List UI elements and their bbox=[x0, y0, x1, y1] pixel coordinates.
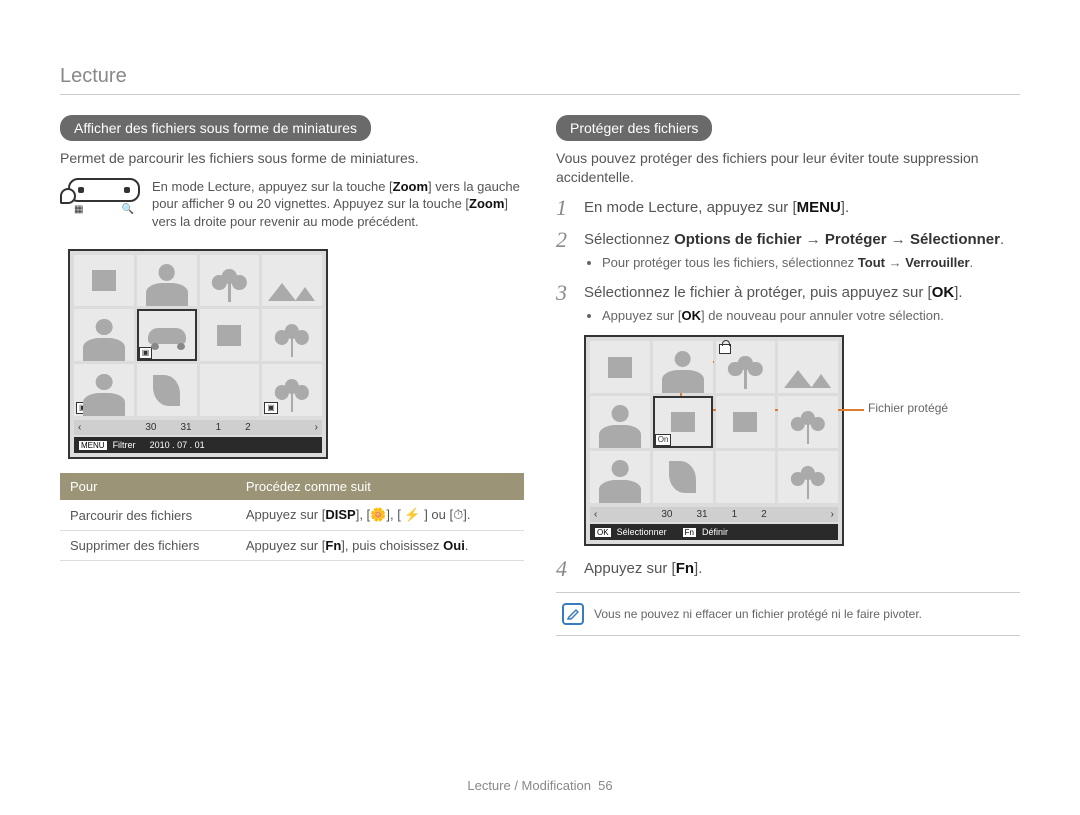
thumbnail-preview: ▣ ▣ ▣ ‹ 30 31 1 2 › bbox=[68, 249, 328, 460]
movie-icon: ▣ bbox=[139, 347, 153, 359]
page-footer: Lecture / Modification 56 bbox=[0, 778, 1080, 793]
nav-right-icon: › bbox=[831, 509, 834, 520]
movie-icon: ▣ bbox=[76, 402, 90, 414]
grid-icon: ▦ bbox=[74, 204, 83, 215]
zoom-toggle-icon: ▦🔍 bbox=[68, 178, 140, 215]
th-procedure: Procédez comme suit bbox=[236, 473, 524, 500]
ok-key-icon: OK bbox=[595, 528, 611, 537]
magnifier-icon: 🔍 bbox=[122, 204, 134, 215]
step-3-bullet: Appuyez sur [OK] de nouveau pour annuler… bbox=[602, 307, 1020, 325]
on-badge: On bbox=[655, 434, 672, 446]
protect-preview-wrap: Fichier protégé On bbox=[584, 335, 924, 546]
step-2-bullet: Pour protéger tous les fichiers, sélecti… bbox=[602, 254, 1020, 272]
section-pill-protect: Protéger des fichiers bbox=[556, 115, 712, 141]
table-row: Parcourir des fichiers Appuyez sur [DISP… bbox=[60, 500, 524, 531]
th-pour: Pour bbox=[60, 473, 236, 500]
step-3: 3 Sélectionnez le fichier à protéger, pu… bbox=[556, 282, 1020, 325]
note-icon bbox=[562, 603, 584, 625]
menu-key-icon: MENU bbox=[79, 441, 107, 450]
callout-label: Fichier protégé bbox=[868, 401, 948, 415]
step-4: 4 Appuyez sur [Fn]. bbox=[556, 558, 1020, 580]
action-table: Pour Procédez comme suit Parcourir des f… bbox=[60, 473, 524, 561]
protect-intro: Vous pouvez protéger des fichiers pour l… bbox=[556, 149, 1020, 187]
nav-left-icon: ‹ bbox=[78, 422, 81, 433]
step-2: 2 Sélectionnez Options de fichier → Prot… bbox=[556, 229, 1020, 272]
movie-icon: ▣ bbox=[264, 402, 278, 414]
left-column: Afficher des fichiers sous forme de mini… bbox=[60, 115, 524, 636]
nav-right-icon: › bbox=[315, 422, 318, 433]
fn-key-icon: Fn bbox=[683, 528, 696, 537]
intro-text: Permet de parcourir les fichiers sous fo… bbox=[60, 149, 524, 168]
right-column: Protéger des fichiers Vous pouvez protég… bbox=[556, 115, 1020, 636]
section-pill-thumbnails: Afficher des fichiers sous forme de mini… bbox=[60, 115, 371, 141]
step-1: 1 En mode Lecture, appuyez sur [MENU]. bbox=[556, 197, 1020, 219]
zoom-text: En mode Lecture, appuyez sur la touche [… bbox=[152, 178, 524, 231]
zoom-instruction: ▦🔍 En mode Lecture, appuyez sur la touch… bbox=[68, 178, 524, 231]
table-row: Supprimer des fichiers Appuyez sur [Fn],… bbox=[60, 531, 524, 561]
page-title: Lecture bbox=[60, 65, 1020, 95]
lock-icon bbox=[719, 344, 731, 354]
info-note: Vous ne pouvez ni effacer un fichier pro… bbox=[556, 592, 1020, 636]
nav-left-icon: ‹ bbox=[594, 509, 597, 520]
